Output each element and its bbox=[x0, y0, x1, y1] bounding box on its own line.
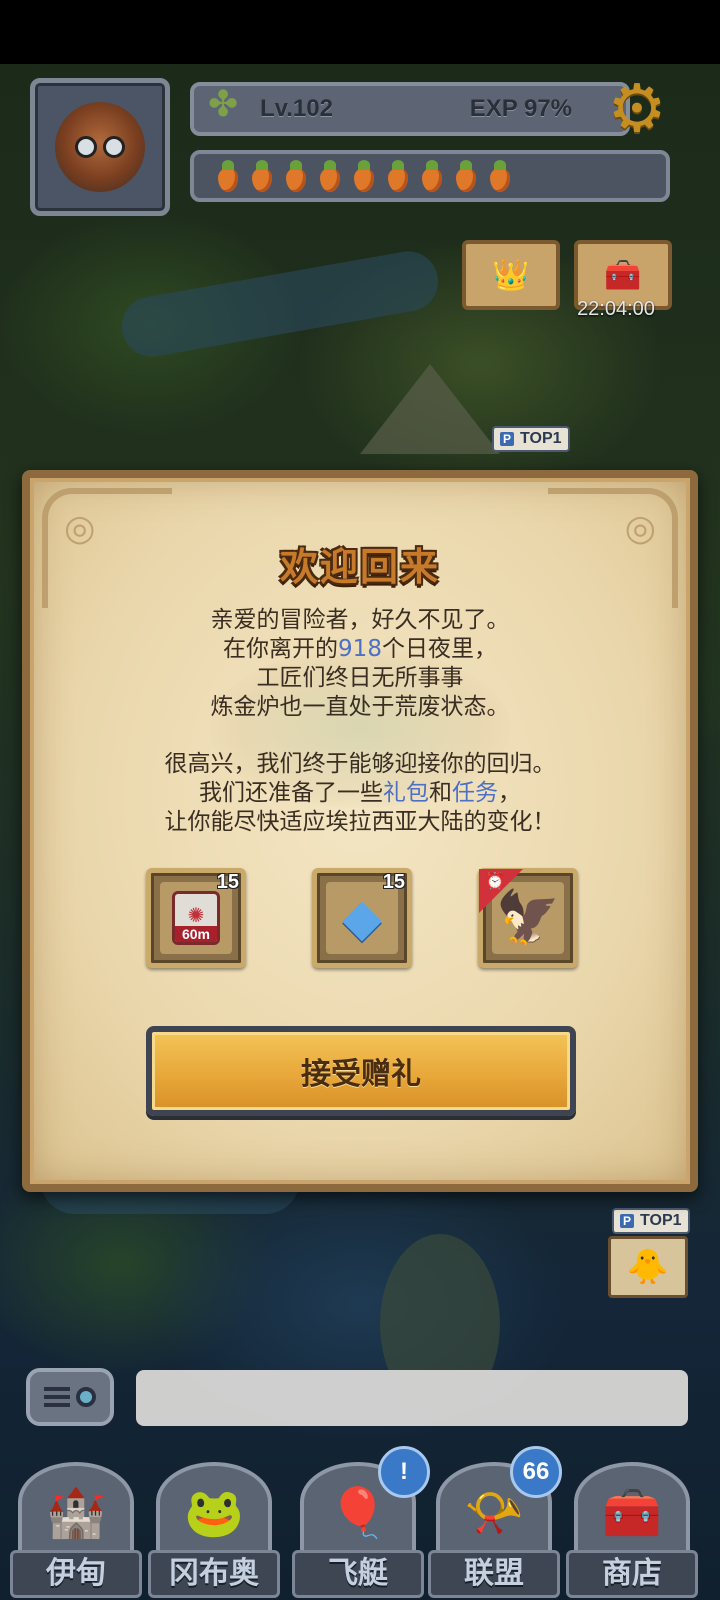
message-line: 炼金炉也一直处于荒废状态。 bbox=[210, 694, 510, 720]
hero-portrait-icon[interactable]: 🐥 bbox=[608, 1236, 688, 1298]
message-line: 让你能尽快适应埃拉西亚大陆的变化！ bbox=[164, 809, 556, 835]
chat-button[interactable] bbox=[26, 1368, 114, 1426]
gift-pack-link: 礼包 bbox=[383, 780, 429, 806]
chat-message-bar[interactable] bbox=[136, 1370, 688, 1426]
accept-gift-label: 接受赠礼 bbox=[301, 1057, 421, 1092]
settings-gear-icon[interactable]: ⚙ bbox=[604, 76, 670, 142]
top-rank-badge[interactable]: P TOP1 bbox=[612, 1208, 690, 1234]
alarm-clock-icon: ⏰ bbox=[485, 871, 505, 890]
status-bar bbox=[0, 0, 720, 64]
chat-status-icon bbox=[76, 1387, 96, 1407]
avatar-portrait bbox=[55, 102, 145, 192]
nav-label: 冈布奥 bbox=[148, 1550, 280, 1598]
dialog-message: 亲爱的冒险者，好久不见了。 在你离开的918个日夜里， 工匠们终日无所事事 炼金… bbox=[30, 606, 690, 837]
event-sign-crown-icon[interactable]: 👑 bbox=[462, 240, 560, 310]
player-avatar[interactable] bbox=[30, 78, 170, 216]
top-rank-badge[interactable]: P TOP1 bbox=[492, 426, 570, 452]
exp-percentage: EXP 97% bbox=[469, 95, 572, 122]
gumball-icon: 🐸 bbox=[156, 1462, 272, 1562]
carrot-icon bbox=[450, 158, 482, 194]
carrot-icon bbox=[246, 158, 278, 194]
carrot-icon bbox=[348, 158, 380, 194]
event-timer: 22:04:00 bbox=[577, 298, 655, 320]
carrot-icon bbox=[484, 158, 516, 194]
message-line: 工匠们终日无所事事 bbox=[256, 665, 464, 691]
chat-menu-icon bbox=[44, 1387, 70, 1407]
carrot-icon bbox=[280, 158, 312, 194]
carrot-icon bbox=[382, 158, 414, 194]
reward-speedup[interactable]: ✺ 60m 15 bbox=[146, 868, 246, 968]
level-bar[interactable]: Lv.102 EXP 97% bbox=[190, 82, 630, 136]
rank-tag: P bbox=[500, 432, 515, 446]
top-rank-label: TOP1 bbox=[640, 1212, 682, 1229]
dialog-title: 欢迎回来 bbox=[279, 545, 440, 589]
nav-label: 联盟 bbox=[428, 1550, 560, 1598]
reward-pet[interactable]: 🦅 ⏰ bbox=[478, 868, 578, 968]
nav-shop[interactable]: 🧰 商店 bbox=[566, 1462, 698, 1600]
nav-gumball[interactable]: 🐸 冈布奥 bbox=[148, 1462, 280, 1600]
reward-crystal[interactable]: ◆ 15 bbox=[312, 868, 412, 968]
shop-icon: 🧰 bbox=[574, 1462, 690, 1562]
notification-count-badge: 66 bbox=[510, 1446, 562, 1498]
carrot-icon bbox=[416, 158, 448, 194]
rank-tag: P bbox=[620, 1214, 635, 1228]
message-line: 亲爱的冒险者，好久不见了。 bbox=[210, 607, 510, 633]
blue-crystal-icon: ◆ bbox=[342, 888, 382, 948]
stamina-carrot-bar[interactable] bbox=[190, 150, 670, 202]
top-rank-label: TOP1 bbox=[520, 430, 562, 447]
clover-icon bbox=[208, 87, 244, 127]
reward-count: 15 bbox=[382, 871, 405, 893]
welcome-back-dialog: 欢迎回来 亲爱的冒险者，好久不见了。 在你离开的918个日夜里， 工匠们终日无所… bbox=[22, 470, 698, 1192]
message-line: 很高兴，我们终于能够迎接你的回归。 bbox=[164, 751, 556, 777]
eden-icon: 🏰 bbox=[18, 1462, 134, 1562]
message-line: 我们还准备了一些礼包和任务， bbox=[199, 780, 521, 806]
nav-label: 商店 bbox=[566, 1550, 698, 1598]
task-link: 任务 bbox=[452, 780, 498, 806]
message-line: 在你离开的918个日夜里， bbox=[223, 636, 497, 662]
carrot-icon bbox=[314, 158, 346, 194]
nav-label: 伊甸 bbox=[10, 1550, 142, 1598]
days-away-count: 918 bbox=[338, 636, 382, 662]
nav-eden[interactable]: 🏰 伊甸 bbox=[10, 1462, 142, 1600]
nav-label: 飞艇 bbox=[292, 1550, 424, 1598]
accept-gift-button[interactable]: 接受赠礼 bbox=[146, 1026, 576, 1116]
player-level: Lv.102 bbox=[260, 95, 333, 122]
reward-count: 15 bbox=[216, 871, 239, 893]
carrot-icon bbox=[212, 158, 244, 194]
notification-badge: ! bbox=[378, 1446, 430, 1498]
speedup-clock-icon: ✺ 60m bbox=[172, 891, 220, 945]
